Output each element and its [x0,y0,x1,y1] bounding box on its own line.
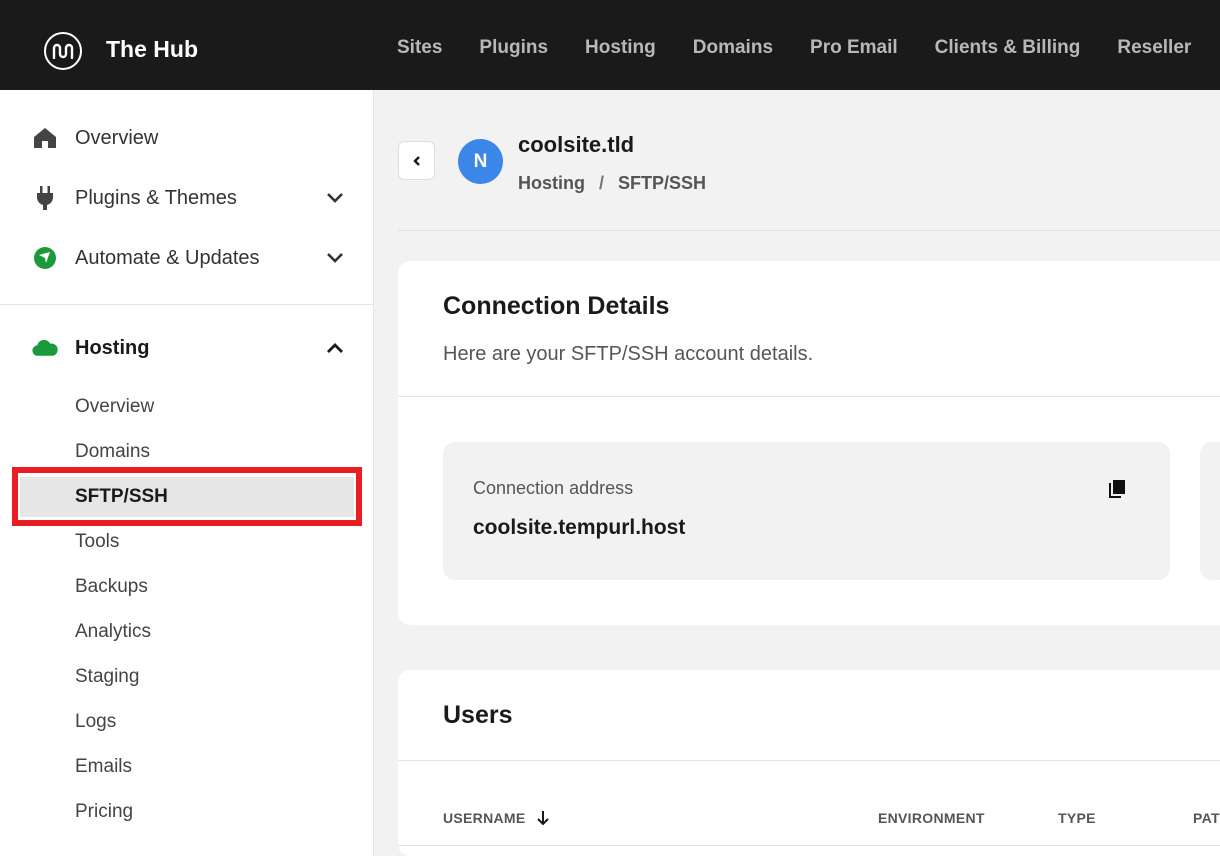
sidebar-subitem-domains[interactable]: Domains [20,432,354,472]
sidebar-subitem-staging[interactable]: Staging [20,657,354,697]
breadcrumb: Hosting / SFTP/SSH [518,173,706,194]
card-divider [398,396,1220,397]
column-header-username[interactable]: USERNAME [443,810,526,826]
top-nav: Sites Plugins Hosting Domains Pro Email … [397,37,1220,59]
top-bar: The Hub Sites Plugins Hosting Domains Pr… [0,0,1220,90]
home-icon [32,125,58,151]
sidebar-item-label: Hosting [75,336,150,359]
users-title: Users [443,701,513,729]
column-header-type[interactable]: TYPE [1058,810,1096,826]
sidebar-item-overview[interactable]: Overview [0,118,374,158]
nav-clients-billing[interactable]: Clients & Billing [935,37,1081,59]
sidebar-subitem-backups[interactable]: Backups [20,567,354,607]
nav-pro-email[interactable]: Pro Email [810,37,898,59]
connection-details-card: Connection Details Here are your SFTP/SS… [398,261,1220,625]
breadcrumb-sftp-ssh: SFTP/SSH [618,173,707,193]
connection-address-value[interactable]: coolsite.tempurl.host [473,516,685,540]
sidebar-item-label: Automate & Updates [75,246,260,269]
sidebar-item-hosting[interactable]: Hosting [0,328,374,368]
secondary-connection-box [1200,442,1220,580]
sidebar-subitem-tools[interactable]: Tools [20,522,354,562]
connection-details-subtitle: Here are your SFTP/SSH account details. [443,343,814,365]
sort-arrow-down-icon[interactable] [536,810,550,826]
breadcrumb-hosting[interactable]: Hosting [518,173,585,193]
sidebar-item-label: Overview [75,126,159,149]
breadcrumb-separator: / [599,173,605,193]
card-divider [398,760,1220,761]
column-header-environment[interactable]: ENVIRONMENT [878,810,985,826]
nav-reseller[interactable]: Reseller [1117,37,1191,59]
sidebar: Overview Plugins & Themes Automate & Upd… [0,90,374,856]
sidebar-subitem-emails[interactable]: Emails [20,747,354,787]
hub-logo-icon[interactable] [44,32,82,70]
sidebar-divider [0,304,374,305]
nav-hosting[interactable]: Hosting [585,37,656,59]
page-title: coolsite.tld [518,132,635,157]
sidebar-subitem-overview[interactable]: Overview [20,387,354,427]
plug-icon [32,185,58,211]
chevron-left-icon [412,155,420,166]
nav-plugins[interactable]: Plugins [479,37,548,59]
brand-title[interactable]: The Hub [106,36,198,63]
sidebar-item-plugins-themes[interactable]: Plugins & Themes [0,178,374,218]
sidebar-subitem-sftp-ssh[interactable]: SFTP/SSH [20,477,354,517]
sidebar-item-automate-updates[interactable]: Automate & Updates [0,238,374,278]
site-avatar: N [458,139,503,184]
chevron-down-icon[interactable] [325,248,345,268]
nav-domains[interactable]: Domains [693,37,773,59]
sidebar-item-label: Plugins & Themes [75,186,237,209]
chevron-down-icon[interactable] [325,188,345,208]
nav-sites[interactable]: Sites [397,37,442,59]
copy-icon[interactable] [1109,480,1125,498]
users-card: Users USERNAME ENVIRONMENT TYPE PAT [398,670,1220,856]
table-divider [398,845,1220,846]
connection-address-box: Connection address coolsite.tempurl.host [443,442,1170,580]
sidebar-subitem-logs[interactable]: Logs [20,702,354,742]
header-divider [398,230,1220,231]
column-header-path[interactable]: PAT [1193,810,1220,826]
chevron-up-icon[interactable] [325,338,345,358]
sidebar-subitem-pricing[interactable]: Pricing [20,792,354,832]
connection-address-label: Connection address [473,478,634,498]
cloud-icon [32,335,58,361]
back-button[interactable] [398,141,435,180]
sidebar-subitem-analytics[interactable]: Analytics [20,612,354,652]
connection-details-title: Connection Details [443,292,670,320]
automate-icon [32,245,58,271]
